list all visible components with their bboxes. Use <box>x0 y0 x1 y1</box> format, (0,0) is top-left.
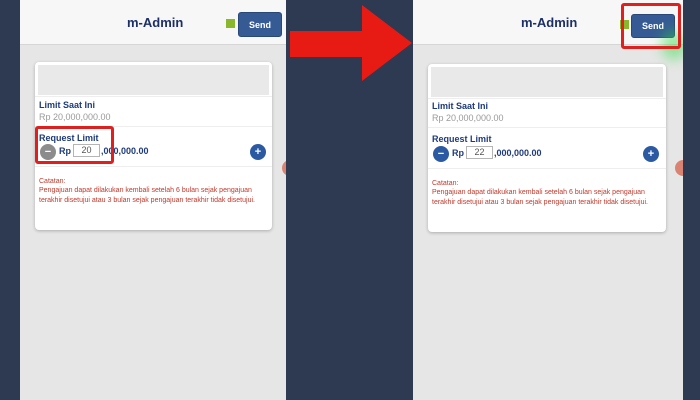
increase-button[interactable]: + <box>643 146 659 162</box>
request-amount-input[interactable]: 22 <box>466 146 493 159</box>
plus-icon: + <box>647 147 655 160</box>
minus-icon: − <box>437 147 445 160</box>
right-arrow-icon <box>290 5 412 81</box>
divider <box>428 168 666 169</box>
note-text: Pengajuan dapat dilakukan kembali setela… <box>432 189 648 206</box>
current-limit-label: Limit Saat Ini <box>39 100 96 110</box>
limit-card: Limit Saat Ini Rp 20,000,000.00 Request … <box>428 64 666 232</box>
decrease-button[interactable]: − <box>433 146 449 162</box>
plus-icon: + <box>254 145 262 158</box>
app-title: m-Admin <box>521 15 578 30</box>
highlight-request-limit <box>35 126 114 164</box>
card-header-placeholder <box>431 67 663 97</box>
increase-button[interactable]: + <box>250 144 266 160</box>
currency-label: Rp <box>452 148 464 158</box>
highlight-send-button <box>621 3 681 49</box>
send-button[interactable]: Send <box>238 12 282 37</box>
app-title: m-Admin <box>127 15 184 30</box>
app-header: m-Admin Send <box>20 0 286 45</box>
divider <box>35 96 272 97</box>
card-header-placeholder <box>38 65 269 95</box>
request-amount-suffix: ,000,000.00 <box>494 148 542 158</box>
divider <box>35 166 272 167</box>
status-indicator <box>226 19 235 28</box>
request-limit-label: Request Limit <box>432 134 492 144</box>
note-title: Catatan: <box>432 180 459 187</box>
note-title: Catatan: <box>39 178 66 185</box>
note-text: Pengajuan dapat dilakukan kembali setela… <box>39 187 255 204</box>
edge-tab <box>675 160 683 176</box>
phone-screen-before: m-Admin Send Limit Saat Ini Rp 20,000,00… <box>20 0 286 400</box>
current-limit-label: Limit Saat Ini <box>432 101 489 111</box>
divider <box>428 127 666 128</box>
current-limit-value: Rp 20,000,000.00 <box>39 112 111 122</box>
divider <box>428 98 666 99</box>
phone-screen-after: m-Admin Send Limit Saat Ini Rp 20,000,00… <box>413 0 683 400</box>
current-limit-value: Rp 20,000,000.00 <box>432 113 504 123</box>
edge-tab <box>282 160 286 176</box>
